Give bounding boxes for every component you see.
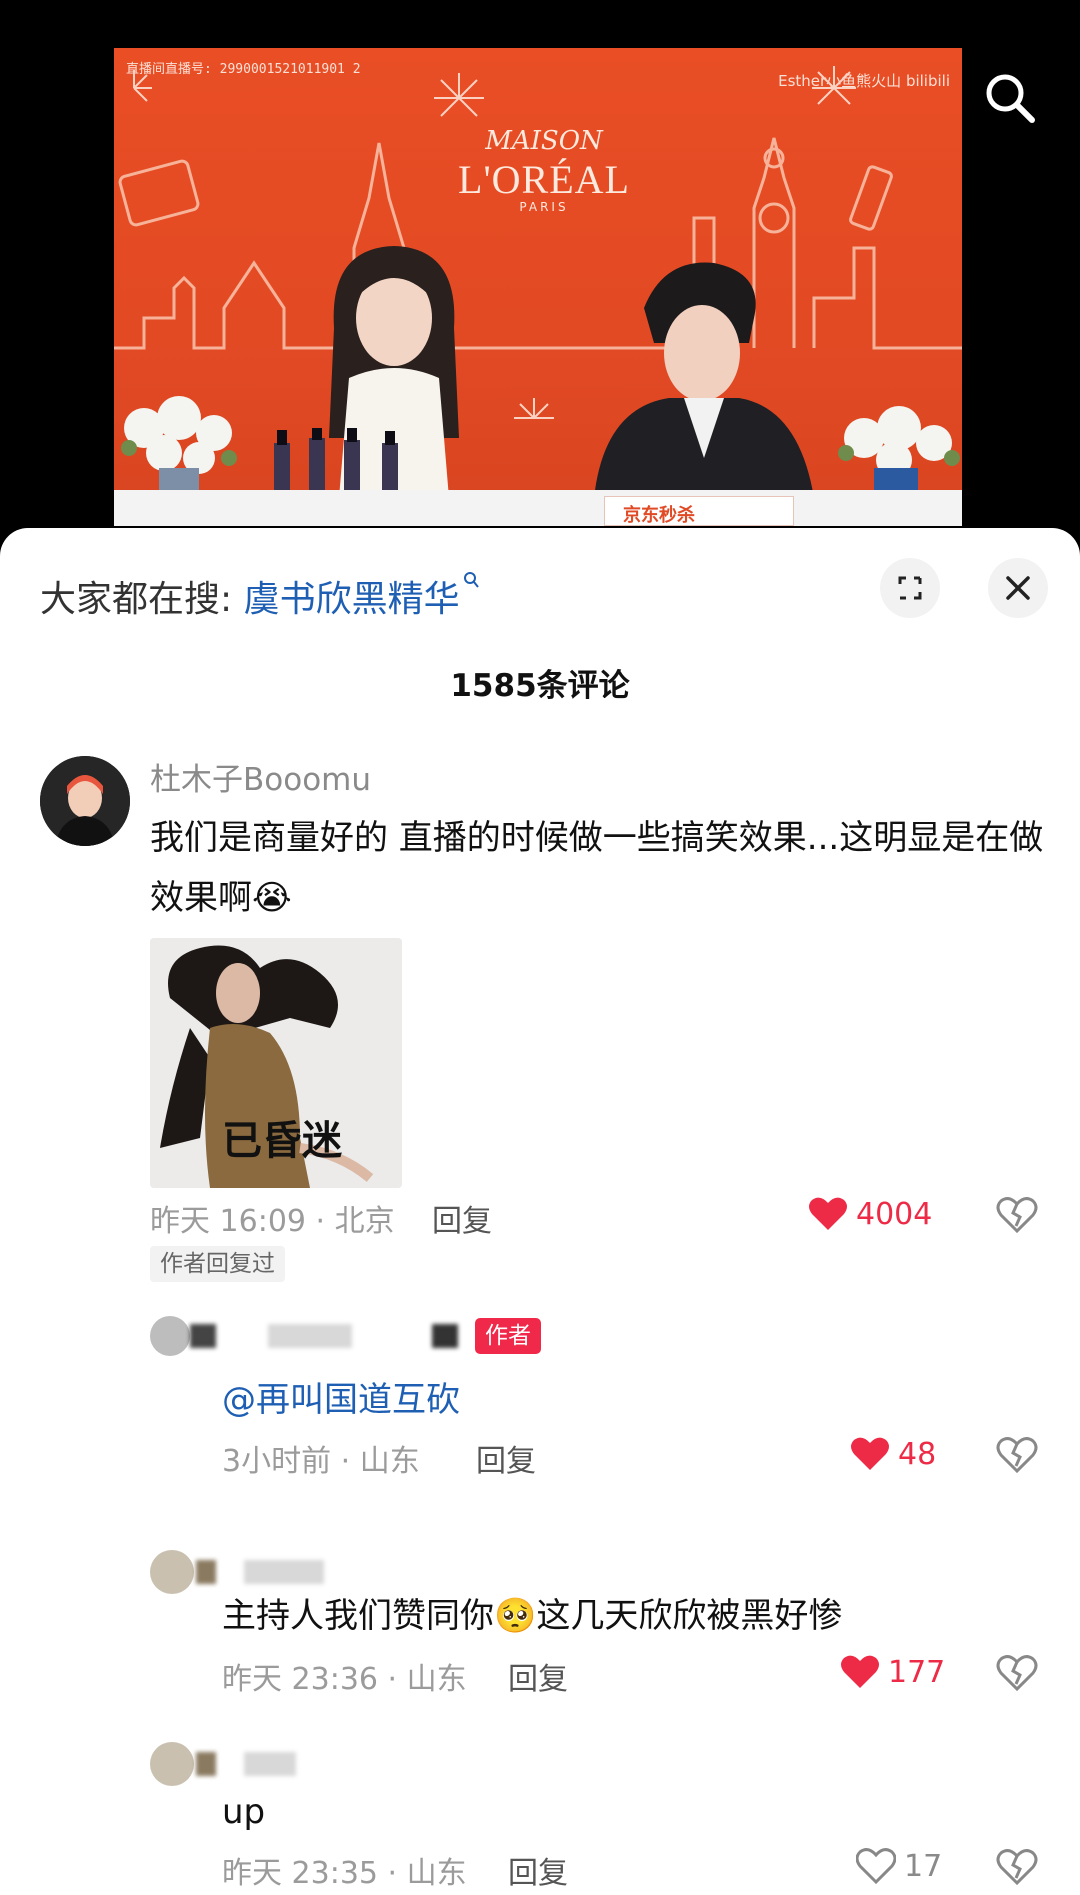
avatar[interactable] bbox=[150, 1742, 194, 1786]
blurred-username bbox=[196, 1752, 216, 1776]
desk bbox=[114, 490, 962, 526]
hot-search-prefix: 大家都在搜: bbox=[40, 579, 244, 620]
heart-icon bbox=[809, 1197, 847, 1230]
product-bottles bbox=[274, 428, 398, 493]
like-count: 4004 bbox=[856, 1196, 933, 1232]
heart-icon bbox=[851, 1437, 889, 1470]
blurred-username bbox=[268, 1324, 352, 1348]
blurred-username bbox=[190, 1324, 216, 1348]
broken-heart-icon[interactable] bbox=[996, 1436, 1038, 1474]
hot-search-bar[interactable]: 大家都在搜: 虞书欣黑精华 bbox=[40, 570, 480, 622]
author-badge: 作者 bbox=[475, 1318, 541, 1354]
reply-button[interactable]: 回复 bbox=[508, 1848, 568, 1892]
video-player[interactable]: 直播间直播号: 2990001521011901 2 Esther小鱼熊火山 b… bbox=[0, 0, 1080, 540]
author-replied-tag: 作者回复过 bbox=[150, 1246, 285, 1282]
comment-image[interactable]: 已昏迷 bbox=[150, 938, 402, 1188]
like-button[interactable]: 177 bbox=[840, 1654, 945, 1690]
avatar-image bbox=[40, 756, 130, 846]
reply-button[interactable]: 回复 bbox=[508, 1654, 568, 1698]
desk-sign: 京东秒杀 bbox=[604, 496, 794, 526]
broken-heart-icon[interactable] bbox=[996, 1848, 1038, 1886]
comment-sheet: 大家都在搜: 虞书欣黑精华 1585条评论 杜木子Booomu 我们是商量好的 … bbox=[0, 528, 1080, 1895]
expand-button[interactable] bbox=[880, 558, 940, 618]
comment-count: 1585条评论 bbox=[450, 668, 630, 704]
broken-heart-icon[interactable] bbox=[996, 1196, 1038, 1234]
blurred-username bbox=[196, 1560, 216, 1584]
like-button[interactable]: 17 bbox=[856, 1848, 942, 1884]
avatar[interactable] bbox=[150, 1316, 190, 1356]
reply-meta: 3小时前 · 山东 bbox=[222, 1444, 420, 1479]
livestream-video-frame[interactable]: 直播间直播号: 2990001521011901 2 Esther小鱼熊火山 b… bbox=[114, 48, 962, 526]
avatar[interactable] bbox=[150, 1550, 194, 1594]
comment-text: 我们是商量好的 直播的时候做一些搞笑效果...这明显是在做效果啊😭 bbox=[150, 818, 1044, 918]
heart-icon bbox=[841, 1655, 879, 1688]
heart-outline-icon bbox=[856, 1848, 896, 1884]
blurred-username bbox=[244, 1560, 324, 1584]
comment-username[interactable]: 杜木子Booomu bbox=[150, 754, 371, 799]
like-count: 48 bbox=[898, 1436, 937, 1472]
reply-meta: 昨天 23:35 · 山东 bbox=[222, 1856, 467, 1891]
like-count: 177 bbox=[888, 1654, 946, 1690]
reply-text: up bbox=[222, 1792, 266, 1832]
reply-meta: 昨天 23:36 · 山东 bbox=[222, 1662, 467, 1697]
flower-bouquet-right bbox=[838, 406, 960, 498]
blurred-username bbox=[244, 1752, 296, 1776]
like-button[interactable]: 4004 bbox=[808, 1196, 932, 1232]
brand-sub-text: PARIS bbox=[519, 200, 569, 214]
avatar[interactable] bbox=[40, 756, 130, 846]
reply-button[interactable]: 回复 bbox=[432, 1196, 492, 1240]
reply-button[interactable]: 回复 bbox=[476, 1436, 536, 1480]
close-icon bbox=[1006, 576, 1030, 600]
reply-text: 主持人我们赞同你🥺这几天欣欣被黑好惨 bbox=[222, 1596, 843, 1636]
blurred-username bbox=[432, 1324, 458, 1348]
flower-bouquet-left bbox=[121, 396, 237, 498]
comment-meta: 昨天 16:09 · 北京 bbox=[150, 1204, 395, 1239]
desk-sign-text: 京东秒杀 bbox=[623, 505, 695, 526]
reply-text[interactable]: @再叫国道互砍 bbox=[222, 1370, 460, 1430]
brand-maison-text: MAISON bbox=[485, 126, 603, 156]
search-icon[interactable] bbox=[982, 70, 1038, 126]
like-count: 17 bbox=[904, 1848, 943, 1884]
meme-caption: 已昏迷 bbox=[222, 1118, 342, 1164]
like-button[interactable]: 48 bbox=[850, 1436, 936, 1472]
host-man bbox=[594, 262, 814, 498]
small-search-icon bbox=[463, 572, 479, 588]
expand-icon bbox=[898, 576, 922, 600]
close-button[interactable] bbox=[988, 558, 1048, 618]
brand-logo-text: L'ORÉAL bbox=[458, 157, 630, 202]
broken-heart-icon[interactable] bbox=[996, 1654, 1038, 1692]
hot-search-keyword[interactable]: 虞书欣黑精华 bbox=[244, 579, 460, 620]
